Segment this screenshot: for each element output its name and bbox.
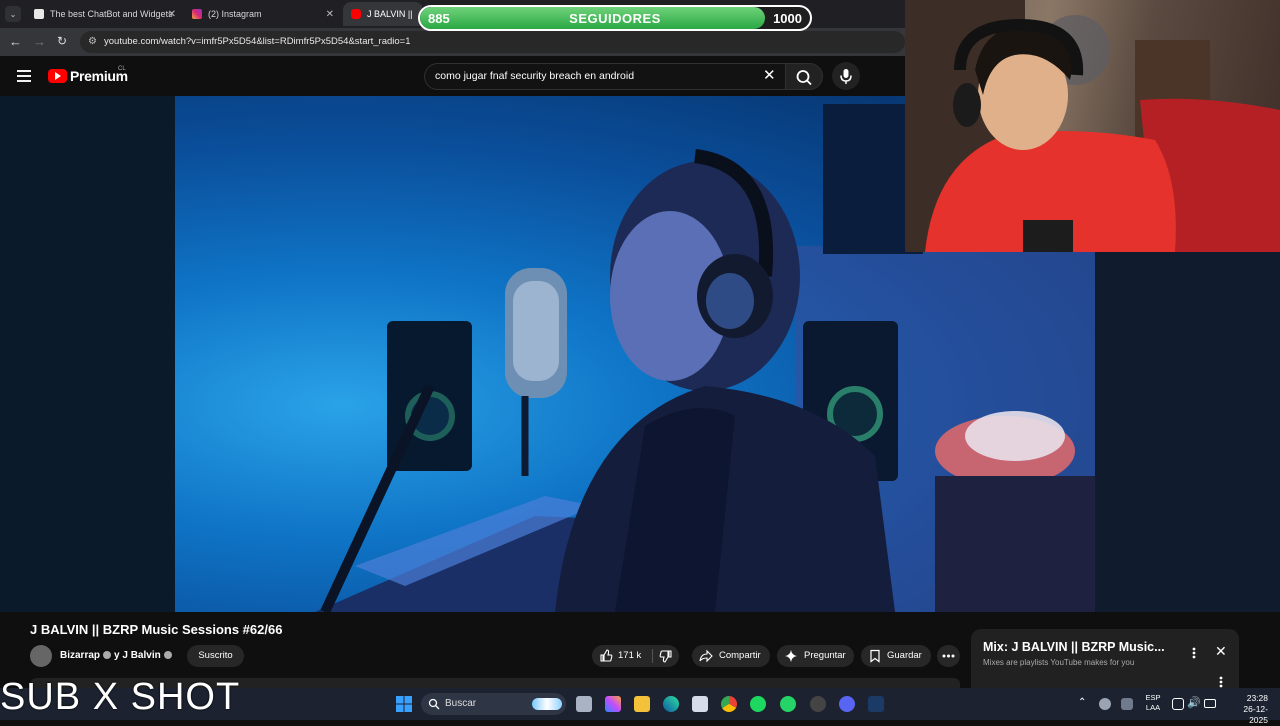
copilot-icon[interactable]	[605, 696, 621, 712]
language-code: ESP	[1145, 693, 1161, 702]
video-title: J BALVIN || BZRP Music Sessions #62/66	[30, 622, 283, 637]
webcam-overlay	[905, 0, 1280, 252]
like-dislike-group: 171 k	[592, 645, 679, 667]
tab-youtube[interactable]: J BALVIN || BZR	[343, 2, 423, 26]
video-side-panel-background	[1095, 252, 1280, 612]
channel-name-secondary[interactable]: y J Balvin	[114, 650, 161, 661]
url-text: youtube.com/watch?v=imfr5Px5D54&list=RDi…	[104, 36, 411, 47]
steam-icon[interactable]	[868, 696, 884, 712]
follower-goal-count: 1000	[773, 11, 802, 26]
tab-label: J BALVIN || BZR	[367, 9, 415, 19]
close-icon[interactable]: ✕	[168, 9, 176, 20]
dislike-button[interactable]	[653, 645, 679, 667]
tab-label: (2) Instagram	[208, 9, 262, 19]
verified-icon	[103, 651, 112, 660]
spotify-icon[interactable]	[750, 696, 766, 712]
sparkle-icon	[785, 650, 797, 662]
windows-start-icon[interactable]	[396, 696, 412, 712]
input-language[interactable]: ESP LAA	[1143, 693, 1163, 713]
follower-goal-bar: SEGUIDORES 885 1000	[418, 5, 812, 31]
keyboard-layout: LAA	[1145, 703, 1161, 712]
chrome-icon[interactable]	[721, 696, 737, 712]
site-info-icon[interactable]: ⚙	[88, 31, 97, 53]
stream-caption-overlay: SUB X SHOT	[0, 676, 241, 718]
search-icon	[796, 70, 812, 86]
chevron-up-icon[interactable]: ⌃	[1078, 697, 1086, 708]
mix-subtitle: Mixes are playlists YouTube makes for yo…	[983, 658, 1135, 667]
tray-app-icon[interactable]	[1099, 698, 1111, 710]
thumbs-down-icon	[659, 650, 672, 663]
search-icon	[428, 698, 440, 710]
reload-icon[interactable]: ↻	[57, 34, 67, 48]
follower-current-count: 885	[428, 11, 450, 26]
streamer-webcam-image	[905, 0, 1280, 252]
battery-icon[interactable]	[1204, 699, 1216, 708]
taskbar-search-input[interactable]: Buscar	[421, 693, 566, 715]
whatsapp-icon[interactable]	[780, 696, 796, 712]
channel-name-primary[interactable]: Bizarrap	[60, 650, 100, 661]
youtube-header: Premium CL como jugar fnaf security brea…	[0, 56, 905, 96]
voice-search-button[interactable]	[832, 62, 860, 90]
clock-time: 23:28	[1246, 693, 1268, 703]
share-button[interactable]: Compartir	[692, 645, 770, 667]
more-actions-button[interactable]	[937, 645, 960, 667]
close-icon[interactable]: ✕	[326, 9, 334, 20]
search-button[interactable]	[785, 63, 823, 90]
verified-icon	[163, 651, 172, 660]
ask-button[interactable]: Preguntar	[777, 645, 854, 667]
youtube-logo-icon[interactable]	[48, 69, 67, 83]
chatbot-icon	[34, 9, 44, 19]
menu-icon[interactable]	[17, 70, 31, 82]
save-button[interactable]: Guardar	[861, 645, 931, 667]
store-icon[interactable]	[692, 696, 708, 712]
avatar[interactable]	[30, 645, 52, 667]
more-vertical-icon[interactable]	[1216, 675, 1226, 689]
country-code: CL	[118, 66, 126, 72]
like-button[interactable]: 171 k	[592, 645, 652, 667]
save-label: Guardar	[887, 650, 922, 661]
app-icon[interactable]	[810, 696, 826, 712]
discord-icon[interactable]	[839, 696, 855, 712]
instagram-icon	[192, 9, 202, 19]
channel-name[interactable]: Bizarrap y J Balvin	[60, 650, 175, 661]
tab-instagram[interactable]: (2) Instagram ✕	[184, 2, 342, 26]
volume-icon[interactable]: 🔊	[1187, 696, 1201, 709]
share-label: Compartir	[719, 650, 761, 661]
forward-icon[interactable]: →	[33, 34, 46, 49]
clock-date: 26-12-2025	[1243, 704, 1268, 725]
thumbs-up-icon	[600, 649, 613, 662]
display-icon[interactable]	[1172, 698, 1184, 710]
mix-title[interactable]: Mix: J BALVIN || BZRP Music...	[983, 640, 1165, 654]
url-field[interactable]: ⚙ youtube.com/watch?v=imfr5Px5D54&list=R…	[80, 31, 905, 53]
tab-chatbot[interactable]: The best ChatBot and Widgets ✕	[26, 2, 184, 26]
share-icon	[699, 649, 713, 663]
more-horizontal-icon	[942, 654, 955, 658]
task-view-icon[interactable]	[576, 696, 592, 712]
file-explorer-icon[interactable]	[634, 696, 650, 712]
subscribed-button[interactable]: Suscrito	[187, 645, 244, 667]
tab-label: The best ChatBot and Widgets	[50, 9, 173, 19]
like-count: 171 k	[618, 650, 642, 661]
tray-network-icon[interactable]	[1121, 698, 1133, 710]
edge-icon[interactable]	[663, 696, 679, 712]
clear-search-icon[interactable]: ✕	[763, 66, 776, 84]
more-vertical-icon[interactable]	[1189, 646, 1199, 660]
taskbar-search-placeholder: Buscar	[445, 698, 477, 709]
search-query: como jugar fnaf security breach en andro…	[435, 70, 635, 82]
youtube-icon	[351, 9, 361, 19]
close-icon[interactable]: ✕	[1215, 643, 1227, 660]
search-highlight-icon	[532, 698, 562, 710]
system-clock[interactable]: 23:28 26-12-2025	[1226, 693, 1268, 726]
bookmark-icon	[870, 649, 880, 663]
tab-search-button[interactable]: ⌄	[5, 6, 21, 22]
search-input[interactable]: como jugar fnaf security breach en andro…	[424, 63, 785, 90]
follower-goal-label: SEGUIDORES	[569, 11, 661, 26]
back-icon[interactable]: ←	[9, 34, 22, 49]
microphone-icon	[840, 69, 852, 84]
ask-label: Preguntar	[804, 650, 846, 661]
mix-playlist-panel: Mix: J BALVIN || BZRP Music... Mixes are…	[971, 629, 1239, 689]
